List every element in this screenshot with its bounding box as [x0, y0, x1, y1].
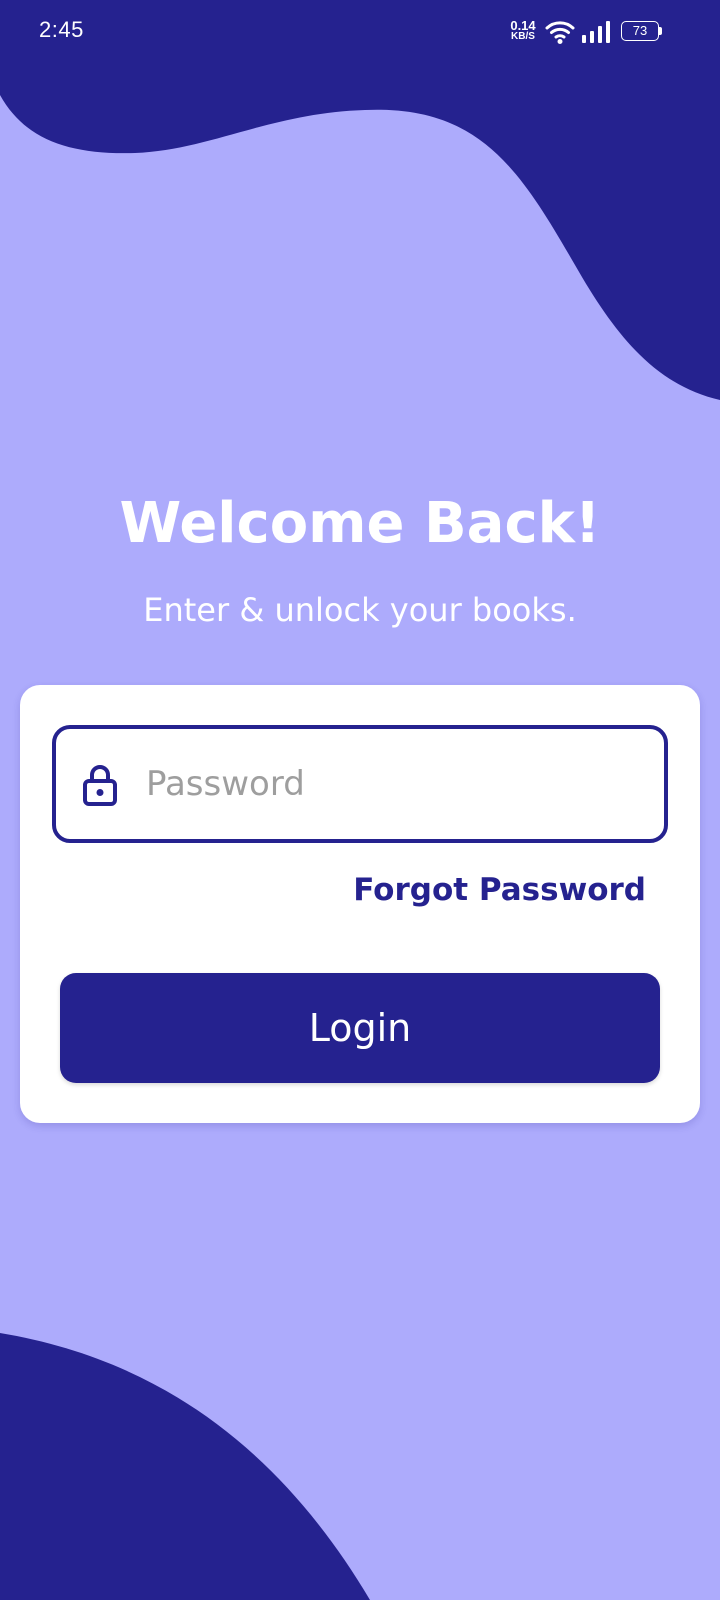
status-time: 2:45 [39, 17, 84, 42]
welcome-title: Welcome Back! [119, 491, 601, 556]
login-button[interactable]: Login [60, 973, 660, 1083]
bottom-wave-shape [0, 1333, 370, 1600]
forgot-password-link[interactable]: Forgot Password [353, 870, 646, 910]
signal-icon [582, 21, 610, 43]
battery-level: 73 [632, 23, 648, 38]
network-speed-value: 0.14 [510, 18, 536, 33]
password-input[interactable] [146, 749, 646, 819]
lock-icon [83, 765, 117, 806]
wifi-icon [545, 21, 575, 44]
login-card: Forgot Password Login [20, 685, 700, 1123]
password-field[interactable] [52, 725, 668, 843]
status-bar: 2:45 0.14 KB/S 73 [0, 0, 720, 66]
network-speed: 0.14 KB/S [506, 18, 540, 42]
network-speed-unit: KB/S [511, 31, 535, 42]
battery-icon: 73 [621, 21, 663, 43]
welcome-subtitle: Enter & unlock your books. [143, 591, 577, 629]
